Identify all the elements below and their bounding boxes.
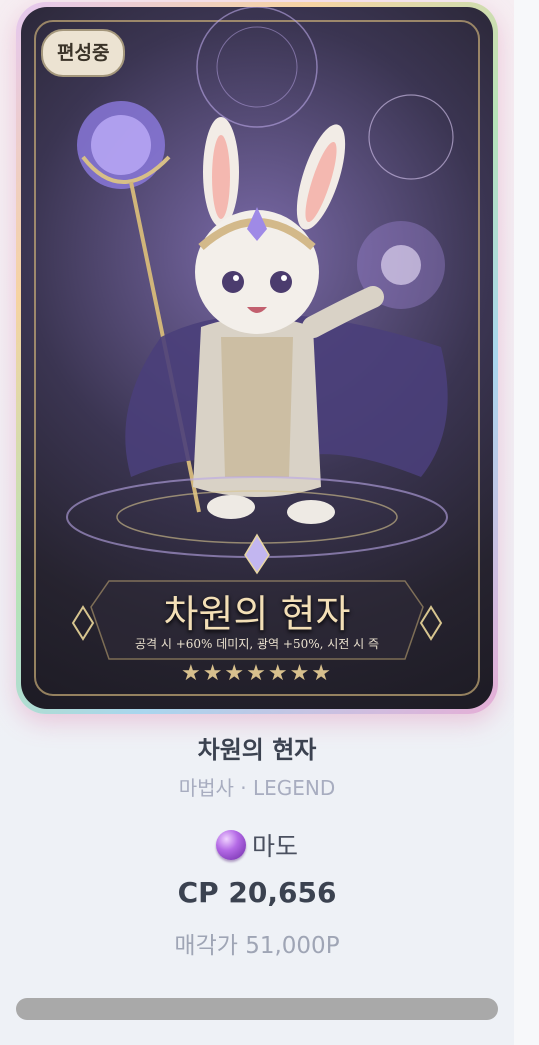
- card-detail-panel: 편성중 차원의 현자 공격 시 +60% 데미지, 광역 +50%, 시전 시 …: [0, 0, 514, 1045]
- card-description: 공격 시 +60% 데미지, 광역 +50%, 시전 시 즉: [134, 637, 380, 651]
- status-badge: 편성중: [41, 29, 126, 77]
- combat-power: CP 20,656: [177, 876, 337, 909]
- right-edge-background: [514, 0, 539, 1045]
- element-label: 마도: [251, 832, 298, 861]
- horizontal-scrollbar[interactable]: [16, 998, 498, 1020]
- character-class-rarity: 마법사 · LEGEND: [178, 776, 336, 800]
- purple-orb-icon: [215, 830, 246, 860]
- card-title: 차원의 현자: [163, 592, 351, 636]
- element-row: 마도: [0, 827, 514, 863]
- sell-price: 매각가 51,000P: [174, 933, 340, 959]
- character-card[interactable]: 편성중 차원의 현자 공격 시 +60% 데미지, 광역 +50%, 시전 시 …: [16, 2, 498, 714]
- card-artwork: 편성중 차원의 현자 공격 시 +60% 데미지, 광역 +50%, 시전 시 …: [21, 7, 493, 709]
- star-rating: ★★★★★★★: [180, 661, 334, 686]
- character-name: 차원의 현자: [197, 736, 317, 764]
